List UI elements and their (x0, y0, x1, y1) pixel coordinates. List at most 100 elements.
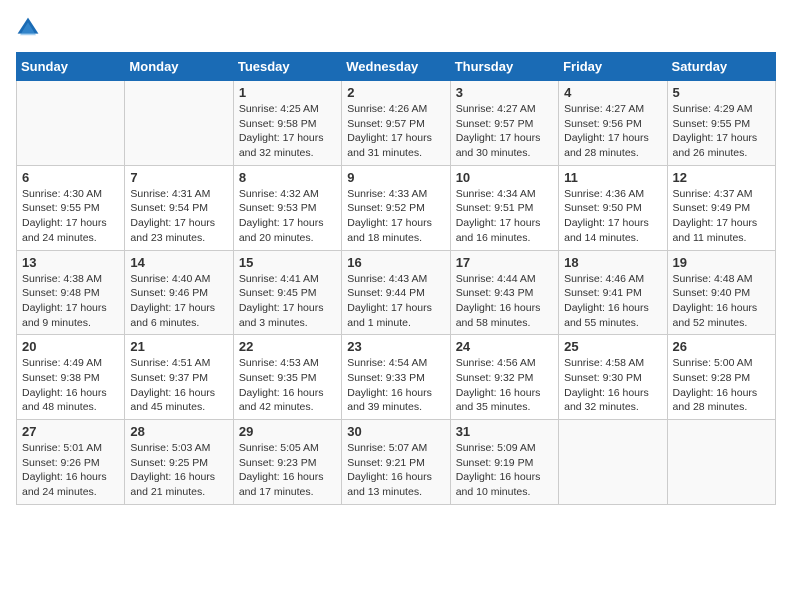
day-info: Sunrise: 4:27 AM Sunset: 9:56 PM Dayligh… (564, 102, 661, 161)
calendar-week-row: 20Sunrise: 4:49 AM Sunset: 9:38 PM Dayli… (17, 335, 776, 420)
calendar-day-header: Wednesday (342, 53, 450, 81)
day-number: 30 (347, 424, 444, 439)
calendar-day-header: Thursday (450, 53, 558, 81)
day-number: 2 (347, 85, 444, 100)
day-info: Sunrise: 4:31 AM Sunset: 9:54 PM Dayligh… (130, 187, 227, 246)
day-number: 19 (673, 255, 770, 270)
day-info: Sunrise: 4:48 AM Sunset: 9:40 PM Dayligh… (673, 272, 770, 331)
calendar-week-row: 13Sunrise: 4:38 AM Sunset: 9:48 PM Dayli… (17, 250, 776, 335)
day-number: 13 (22, 255, 119, 270)
calendar-cell: 20Sunrise: 4:49 AM Sunset: 9:38 PM Dayli… (17, 335, 125, 420)
day-info: Sunrise: 5:00 AM Sunset: 9:28 PM Dayligh… (673, 356, 770, 415)
day-number: 23 (347, 339, 444, 354)
day-info: Sunrise: 4:40 AM Sunset: 9:46 PM Dayligh… (130, 272, 227, 331)
day-info: Sunrise: 4:29 AM Sunset: 9:55 PM Dayligh… (673, 102, 770, 161)
day-info: Sunrise: 4:54 AM Sunset: 9:33 PM Dayligh… (347, 356, 444, 415)
day-number: 8 (239, 170, 336, 185)
day-number: 29 (239, 424, 336, 439)
calendar-cell: 10 Sunrise: 4:34 AM Sunset: 9:51 PM Dayli… (450, 165, 558, 250)
day-number: 17 (456, 255, 553, 270)
calendar-week-row: 6 Sunrise: 4:30 AM Sunset: 9:55 PM Daylig… (17, 165, 776, 250)
calendar-cell: 21 Sunrise: 4:51 AM Sunset: 9:37 PM Dayli… (125, 335, 233, 420)
day-number: 5 (673, 85, 770, 100)
calendar-cell: 17 Sunrise: 4:44 AM Sunset: 9:43 PM Dayli… (450, 250, 558, 335)
day-number: 18 (564, 255, 661, 270)
day-number: 24 (456, 339, 553, 354)
calendar-cell (667, 420, 775, 505)
day-info: Sunrise: 4:30 AM Sunset: 9:55 PM Dayligh… (22, 187, 119, 246)
day-number: 11 (564, 170, 661, 185)
calendar-day-header: Saturday (667, 53, 775, 81)
day-info: Sunrise: 4:51 AM Sunset: 9:37 PM Dayligh… (130, 356, 227, 415)
calendar-cell: 30 Sunrise: 5:07 AM Sunset: 9:21 PM Dayli… (342, 420, 450, 505)
calendar-cell (17, 81, 125, 166)
calendar-table: SundayMondayTuesdayWednesdayThursdayFrid… (16, 52, 776, 505)
calendar-cell: 16 Sunrise: 4:43 AM Sunset: 9:44 PM Dayli… (342, 250, 450, 335)
calendar-day-header: Friday (559, 53, 667, 81)
calendar-cell: 29 Sunrise: 5:05 AM Sunset: 9:23 PM Dayli… (233, 420, 341, 505)
day-number: 25 (564, 339, 661, 354)
calendar-cell: 2 Sunrise: 4:26 AM Sunset: 9:57 PM Daylig… (342, 81, 450, 166)
day-number: 4 (564, 85, 661, 100)
day-info: Sunrise: 5:01 AM Sunset: 9:26 PM Dayligh… (22, 441, 119, 500)
calendar-cell: 12Sunrise: 4:37 AM Sunset: 9:49 PM Dayli… (667, 165, 775, 250)
day-number: 7 (130, 170, 227, 185)
calendar-cell: 19 Sunrise: 4:48 AM Sunset: 9:40 PM Dayli… (667, 250, 775, 335)
day-number: 28 (130, 424, 227, 439)
calendar-cell: 8 Sunrise: 4:32 AM Sunset: 9:53 PM Daylig… (233, 165, 341, 250)
day-info: Sunrise: 4:44 AM Sunset: 9:43 PM Dayligh… (456, 272, 553, 331)
calendar-day-header: Monday (125, 53, 233, 81)
calendar-cell: 15Sunrise: 4:41 AM Sunset: 9:45 PM Dayli… (233, 250, 341, 335)
calendar-cell: 5 Sunrise: 4:29 AM Sunset: 9:55 PM Daylig… (667, 81, 775, 166)
day-number: 26 (673, 339, 770, 354)
day-info: Sunrise: 4:27 AM Sunset: 9:57 PM Dayligh… (456, 102, 553, 161)
page-header (16, 16, 776, 40)
calendar-cell: 22Sunrise: 4:53 AM Sunset: 9:35 PM Dayli… (233, 335, 341, 420)
calendar-cell: 26 Sunrise: 5:00 AM Sunset: 9:28 PM Dayli… (667, 335, 775, 420)
day-number: 10 (456, 170, 553, 185)
day-info: Sunrise: 4:58 AM Sunset: 9:30 PM Dayligh… (564, 356, 661, 415)
day-number: 27 (22, 424, 119, 439)
day-info: Sunrise: 4:34 AM Sunset: 9:51 PM Dayligh… (456, 187, 553, 246)
day-info: Sunrise: 4:46 AM Sunset: 9:41 PM Dayligh… (564, 272, 661, 331)
day-number: 22 (239, 339, 336, 354)
day-info: Sunrise: 4:56 AM Sunset: 9:32 PM Dayligh… (456, 356, 553, 415)
day-number: 31 (456, 424, 553, 439)
calendar-cell: 25 Sunrise: 4:58 AM Sunset: 9:30 PM Dayli… (559, 335, 667, 420)
day-info: Sunrise: 5:03 AM Sunset: 9:25 PM Dayligh… (130, 441, 227, 500)
calendar-cell: 31 Sunrise: 5:09 AM Sunset: 9:19 PM Dayli… (450, 420, 558, 505)
day-info: Sunrise: 5:07 AM Sunset: 9:21 PM Dayligh… (347, 441, 444, 500)
day-number: 16 (347, 255, 444, 270)
day-number: 20 (22, 339, 119, 354)
calendar-cell: 14 Sunrise: 4:40 AM Sunset: 9:46 PM Dayli… (125, 250, 233, 335)
calendar-cell: 18 Sunrise: 4:46 AM Sunset: 9:41 PM Dayli… (559, 250, 667, 335)
day-number: 9 (347, 170, 444, 185)
calendar-cell: 4 Sunrise: 4:27 AM Sunset: 9:56 PM Daylig… (559, 81, 667, 166)
calendar-cell: 3Sunrise: 4:27 AM Sunset: 9:57 PM Daylig… (450, 81, 558, 166)
calendar-header-row: SundayMondayTuesdayWednesdayThursdayFrid… (17, 53, 776, 81)
day-number: 21 (130, 339, 227, 354)
day-info: Sunrise: 4:25 AM Sunset: 9:58 PM Dayligh… (239, 102, 336, 161)
day-info: Sunrise: 4:26 AM Sunset: 9:57 PM Dayligh… (347, 102, 444, 161)
calendar-day-header: Sunday (17, 53, 125, 81)
day-info: Sunrise: 4:36 AM Sunset: 9:50 PM Dayligh… (564, 187, 661, 246)
calendar-week-row: 27 Sunrise: 5:01 AM Sunset: 9:26 PM Dayli… (17, 420, 776, 505)
day-number: 14 (130, 255, 227, 270)
calendar-cell: 13Sunrise: 4:38 AM Sunset: 9:48 PM Dayli… (17, 250, 125, 335)
calendar-cell: 9 Sunrise: 4:33 AM Sunset: 9:52 PM Daylig… (342, 165, 450, 250)
day-info: Sunrise: 4:37 AM Sunset: 9:49 PM Dayligh… (673, 187, 770, 246)
day-info: Sunrise: 5:09 AM Sunset: 9:19 PM Dayligh… (456, 441, 553, 500)
day-info: Sunrise: 4:33 AM Sunset: 9:52 PM Dayligh… (347, 187, 444, 246)
day-info: Sunrise: 4:41 AM Sunset: 9:45 PM Dayligh… (239, 272, 336, 331)
calendar-cell: 7 Sunrise: 4:31 AM Sunset: 9:54 PM Daylig… (125, 165, 233, 250)
day-info: Sunrise: 4:43 AM Sunset: 9:44 PM Dayligh… (347, 272, 444, 331)
day-info: Sunrise: 5:05 AM Sunset: 9:23 PM Dayligh… (239, 441, 336, 500)
day-info: Sunrise: 4:32 AM Sunset: 9:53 PM Dayligh… (239, 187, 336, 246)
day-number: 6 (22, 170, 119, 185)
logo-icon (16, 16, 40, 40)
calendar-cell: 6 Sunrise: 4:30 AM Sunset: 9:55 PM Daylig… (17, 165, 125, 250)
calendar-cell: 1Sunrise: 4:25 AM Sunset: 9:58 PM Daylig… (233, 81, 341, 166)
calendar-cell: 23 Sunrise: 4:54 AM Sunset: 9:33 PM Dayli… (342, 335, 450, 420)
calendar-day-header: Tuesday (233, 53, 341, 81)
calendar-week-row: 1Sunrise: 4:25 AM Sunset: 9:58 PM Daylig… (17, 81, 776, 166)
